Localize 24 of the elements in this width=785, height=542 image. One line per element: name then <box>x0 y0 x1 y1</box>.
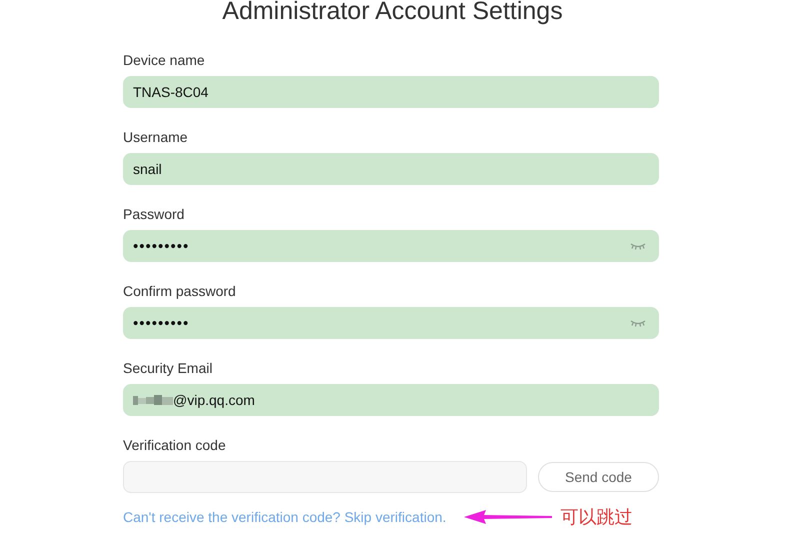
field-label: Confirm password <box>123 283 237 299</box>
input-field[interactable]: @vip.qq.com <box>123 384 659 416</box>
arrow-icon <box>464 509 552 525</box>
field-label: Device name <box>123 52 206 68</box>
input-field[interactable] <box>123 461 527 493</box>
page-title: Administrator Account Settings <box>222 0 563 26</box>
field-label: Security Email <box>123 360 214 376</box>
field-value: TNAS-8C04 <box>133 84 210 100</box>
field-value: ••••••••• <box>133 238 190 254</box>
field-label: Username <box>123 129 189 145</box>
field-label: Password <box>123 206 186 222</box>
password-field[interactable]: ••••••••• <box>123 230 659 262</box>
annotation-text: 可以跳过 <box>560 506 632 529</box>
send-code-button[interactable]: Send code <box>538 462 659 492</box>
eye-closed-icon[interactable] <box>629 319 647 327</box>
field-value: ••••••••• <box>133 314 190 332</box>
field-value: snail <box>133 161 163 177</box>
field-value: @vip.qq.com <box>173 392 256 408</box>
field-label: Verification code <box>123 437 227 453</box>
password-field[interactable]: ••••••••• <box>123 307 659 339</box>
input-field[interactable]: snail <box>123 153 659 185</box>
eye-closed-icon[interactable] <box>629 242 647 250</box>
input-field[interactable]: TNAS-8C04 <box>123 76 659 108</box>
redaction-mosaic <box>133 393 173 407</box>
